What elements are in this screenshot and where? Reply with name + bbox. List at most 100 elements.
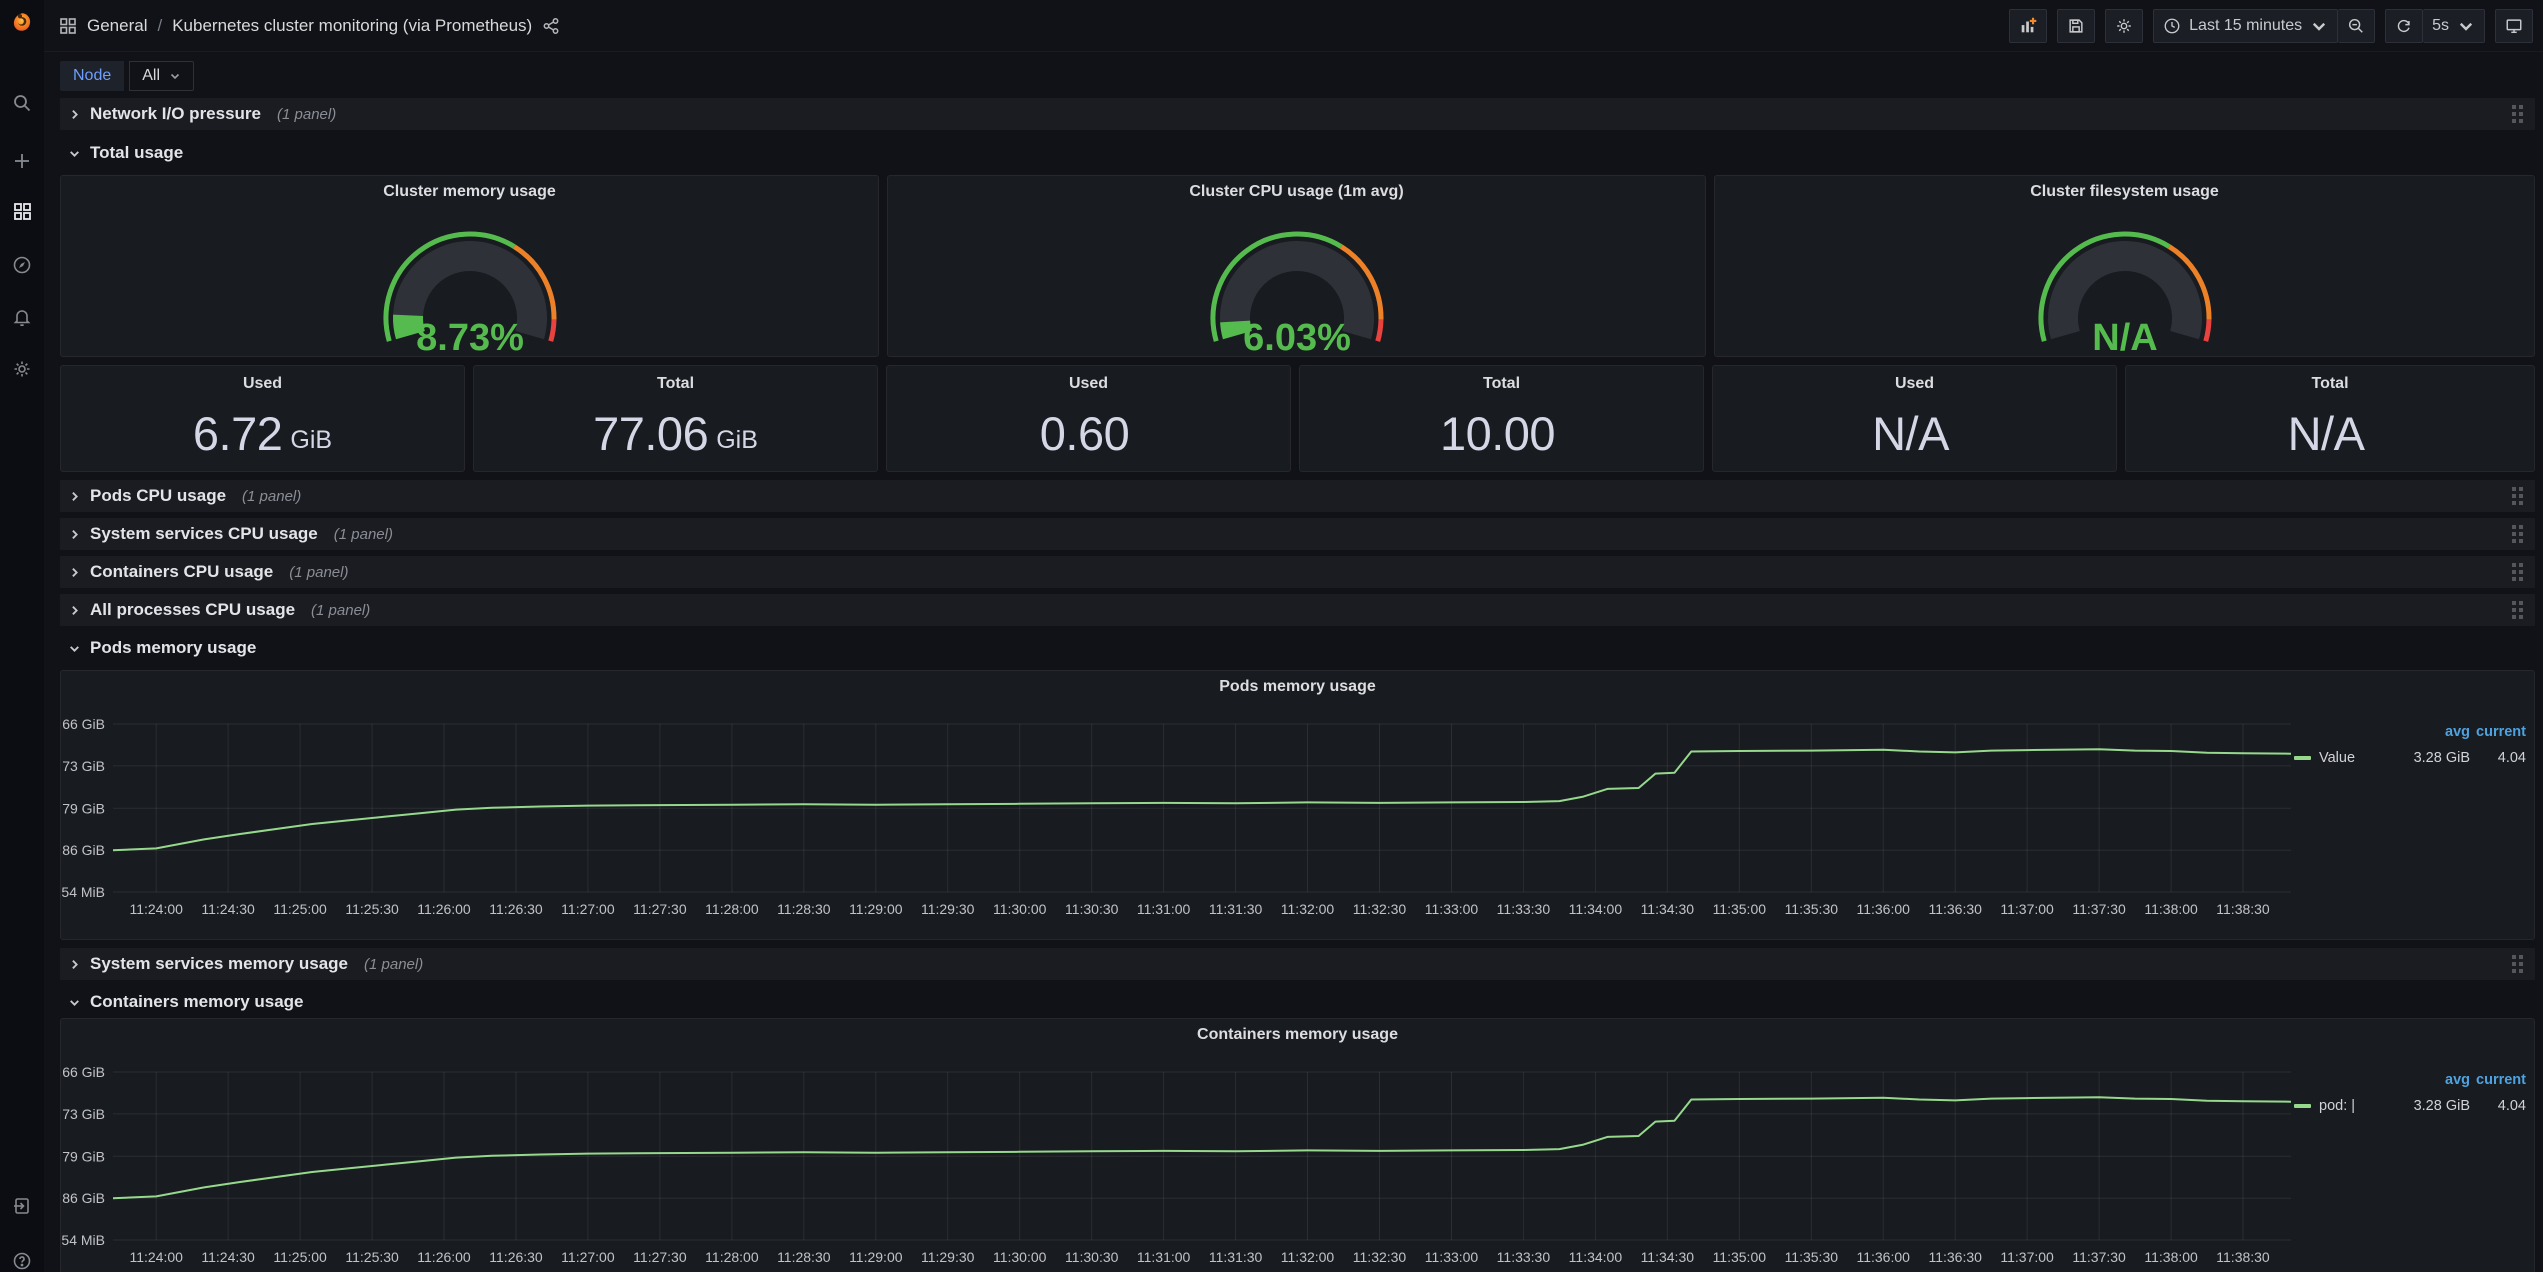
chevron-right-icon — [68, 604, 81, 617]
svg-text:11:38:00: 11:38:00 — [2144, 1249, 2198, 1265]
svg-text:11:27:30: 11:27:30 — [633, 1249, 687, 1265]
time-series-plot[interactable]: 954 MiB1.86 GiB2.79 GiB3.73 GiB4.66 GiB1… — [61, 671, 2536, 941]
svg-text:11:28:30: 11:28:30 — [777, 901, 831, 917]
explore-compass-icon[interactable] — [11, 254, 33, 276]
svg-text:11:36:00: 11:36:00 — [1856, 901, 1910, 917]
stat-number: 0.60 — [1040, 406, 1129, 461]
stat-title[interactable]: Used — [1713, 375, 2116, 393]
sign-in-icon[interactable] — [11, 1195, 33, 1217]
legend-col-current[interactable]: current — [2470, 1072, 2526, 1088]
svg-text:11:24:30: 11:24:30 — [201, 901, 255, 917]
row-title: All processes CPU usage — [90, 600, 295, 620]
panel-title[interactable]: Cluster CPU usage (1m avg) — [888, 183, 1705, 201]
zoom-out-time-button[interactable] — [2338, 9, 2375, 43]
legend-col-avg[interactable]: avg — [2386, 1072, 2470, 1088]
svg-text:11:24:30: 11:24:30 — [201, 1249, 255, 1265]
chevron-down-icon — [68, 147, 81, 160]
svg-text:11:29:00: 11:29:00 — [849, 1249, 903, 1265]
row-system-services-memory-usage[interactable]: System services memory usage (1 panel) — [60, 948, 2535, 980]
stat-title[interactable]: Used — [61, 375, 464, 393]
breadcrumb-dashboard-title[interactable]: Kubernetes cluster monitoring (via Prome… — [172, 16, 532, 36]
svg-text:11:35:00: 11:35:00 — [1713, 1249, 1767, 1265]
refresh-interval-picker[interactable]: 5s — [2423, 9, 2485, 43]
legend-avg-value: 3.28 GiB — [2386, 1098, 2470, 1114]
time-range-label: Last 15 minutes — [2189, 17, 2302, 35]
stat-number: N/A — [1872, 406, 1949, 461]
svg-text:11:27:00: 11:27:00 — [561, 901, 615, 917]
stat-title[interactable]: Used — [887, 375, 1290, 393]
panel-filesystem-total: Total N/A — [2125, 365, 2535, 472]
dashboard-settings-button[interactable] — [2105, 9, 2143, 43]
dashboards-icon[interactable] — [11, 200, 33, 222]
breadcrumb-separator: / — [157, 16, 162, 36]
row-containers-memory-usage[interactable]: Containers memory usage — [60, 988, 2535, 1016]
time-range-picker[interactable]: Last 15 minutes — [2153, 9, 2338, 43]
create-plus-icon[interactable] — [11, 150, 33, 172]
panel-memory-total: Total 77.06GiB — [473, 365, 878, 472]
panel-title[interactable]: Cluster memory usage — [61, 183, 878, 201]
svg-text:11:29:30: 11:29:30 — [921, 901, 975, 917]
row-containers-cpu-usage[interactable]: Containers CPU usage (1 panel) — [60, 556, 2535, 588]
stat-title[interactable]: Total — [474, 375, 877, 393]
svg-text:11:30:00: 11:30:00 — [993, 901, 1047, 917]
legend-series-name[interactable]: Value — [2294, 750, 2386, 766]
row-panel-count: (1 panel) — [242, 488, 301, 505]
alerting-bell-icon[interactable] — [11, 306, 33, 328]
svg-text:11:33:30: 11:33:30 — [1497, 901, 1551, 917]
row-pods-cpu-usage[interactable]: Pods CPU usage (1 panel) — [60, 480, 2535, 512]
svg-text:11:31:30: 11:31:30 — [1209, 1249, 1263, 1265]
legend-col-avg[interactable]: avg — [2386, 724, 2470, 740]
share-icon[interactable] — [542, 17, 560, 35]
svg-text:1.86 GiB: 1.86 GiB — [61, 1190, 105, 1206]
row-total-usage[interactable]: Total usage — [60, 139, 2535, 167]
time-series-plot[interactable]: 954 MiB1.86 GiB2.79 GiB3.73 GiB4.66 GiB1… — [61, 1019, 2536, 1272]
svg-text:6.03%: 6.03% — [1243, 317, 1351, 356]
stat-title[interactable]: Total — [2126, 375, 2534, 393]
row-all-processes-cpu-usage[interactable]: All processes CPU usage (1 panel) — [60, 594, 2535, 626]
kiosk-mode-button[interactable] — [2495, 9, 2533, 43]
svg-text:954 MiB: 954 MiB — [61, 884, 105, 900]
row-drag-handle[interactable] — [2508, 597, 2527, 623]
save-dashboard-button[interactable] — [2057, 9, 2095, 43]
legend-current-value: 4.04 — [2470, 1098, 2526, 1114]
variable-node-value: All — [142, 67, 160, 85]
chart-legend: avg current pod: | 3.28 GiB 4.04 — [2294, 1067, 2526, 1119]
svg-text:11:28:30: 11:28:30 — [777, 1249, 831, 1265]
svg-text:11:25:30: 11:25:30 — [345, 1249, 399, 1265]
configuration-gear-icon[interactable] — [11, 358, 33, 380]
row-drag-handle[interactable] — [2508, 951, 2527, 977]
svg-text:2.79 GiB: 2.79 GiB — [61, 800, 105, 816]
breadcrumb-folder[interactable]: General — [87, 16, 147, 36]
stat-number: 77.06 — [593, 406, 708, 461]
search-icon[interactable] — [11, 92, 33, 114]
row-pods-memory-usage[interactable]: Pods memory usage — [60, 634, 2535, 662]
svg-text:11:24:00: 11:24:00 — [129, 1249, 183, 1265]
row-drag-handle[interactable] — [2508, 101, 2527, 127]
row-drag-handle[interactable] — [2508, 521, 2527, 547]
panel-cpu-used: Used 0.60 — [886, 365, 1291, 472]
row-system-services-cpu-usage[interactable]: System services CPU usage (1 panel) — [60, 518, 2535, 550]
add-panel-button[interactable] — [2009, 9, 2047, 43]
stat-number: N/A — [2288, 406, 2365, 461]
stat-title[interactable]: Total — [1300, 375, 1703, 393]
chart-legend: avg current Value 3.28 GiB 4.04 — [2294, 719, 2526, 771]
row-panel-count: (1 panel) — [311, 602, 370, 619]
variable-node-select[interactable]: All — [129, 61, 194, 91]
legend-col-current[interactable]: current — [2470, 724, 2526, 740]
chevron-right-icon — [68, 528, 81, 541]
legend-series-name[interactable]: pod: | — [2294, 1098, 2386, 1114]
grafana-logo-icon[interactable] — [6, 6, 38, 38]
svg-text:11:31:30: 11:31:30 — [1209, 901, 1263, 917]
help-icon[interactable] — [11, 1250, 33, 1272]
apps-grid-icon — [59, 17, 77, 35]
clock-icon — [2163, 17, 2181, 35]
row-drag-handle[interactable] — [2508, 559, 2527, 585]
legend-series-row: Value 3.28 GiB 4.04 — [2294, 745, 2526, 771]
refresh-button[interactable] — [2385, 9, 2423, 43]
svg-text:11:33:00: 11:33:00 — [1425, 901, 1479, 917]
row-network-io-pressure[interactable]: Network I/O pressure (1 panel) — [60, 98, 2535, 130]
svg-text:11:36:30: 11:36:30 — [1928, 1249, 1982, 1265]
row-drag-handle[interactable] — [2508, 483, 2527, 509]
panel-title[interactable]: Cluster filesystem usage — [1715, 183, 2534, 201]
gauge-cluster-cpu: 6.03% — [888, 200, 1705, 356]
